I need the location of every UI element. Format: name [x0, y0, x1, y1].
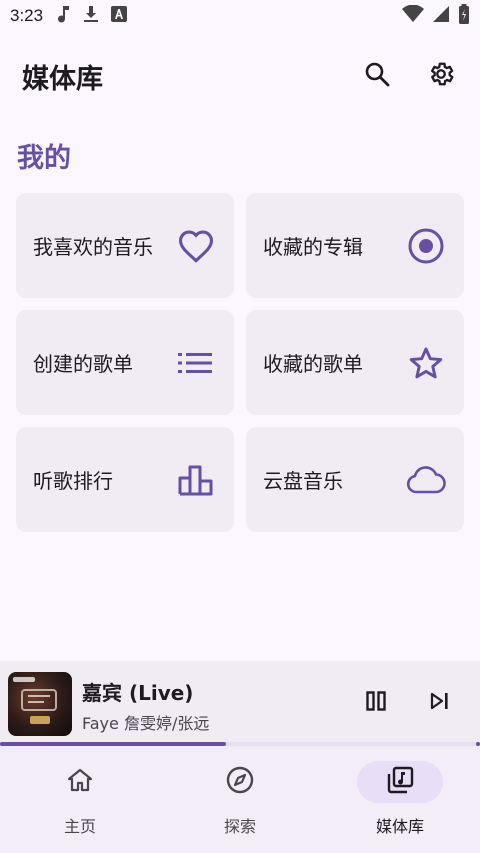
section-title-mine: 我的 — [17, 143, 71, 174]
nav-pill-active — [357, 761, 443, 803]
wifi-icon — [402, 4, 424, 27]
library-music-icon — [386, 766, 414, 798]
playback-progress[interactable] — [0, 742, 480, 746]
card-label: 收藏的歌单 — [263, 352, 363, 376]
library-grid: 我喜欢的音乐 收藏的专辑 创建的歌单 收藏的歌单 听歌排行 云盘音乐 — [16, 193, 464, 532]
nav-pill — [197, 761, 283, 803]
card-label: 云盘音乐 — [263, 469, 343, 493]
nav-label: 媒体库 — [375, 817, 424, 836]
mini-player[interactable]: 嘉宾 (Live) Faye 詹雯婷/张远 — [0, 661, 480, 749]
card-created-playlists[interactable]: 创建的歌单 — [16, 310, 234, 415]
card-label: 我喜欢的音乐 — [33, 235, 153, 259]
notification-icons — [57, 5, 128, 27]
font-a-icon — [111, 6, 128, 26]
settings-icon — [427, 60, 455, 92]
album-cover — [8, 672, 72, 736]
track-artist: Faye 詹雯婷/张远 — [82, 714, 210, 733]
download-icon — [83, 5, 99, 27]
playlist-icon — [176, 343, 216, 383]
skip-next-icon — [429, 691, 451, 715]
settings-button[interactable] — [424, 59, 458, 93]
next-track-button[interactable] — [424, 687, 456, 719]
app-bar: 媒体库 — [0, 44, 480, 108]
nav-home[interactable]: 主页 — [0, 749, 160, 853]
heart-icon — [176, 226, 216, 266]
home-icon — [67, 768, 93, 796]
cloud-icon — [406, 460, 446, 500]
status-time: 3:23 — [10, 6, 44, 25]
card-label: 听歌排行 — [33, 469, 113, 493]
card-listening-ranking[interactable]: 听歌排行 — [16, 427, 234, 532]
status-bar: 3:23 — [0, 0, 480, 32]
nav-label: 探索 — [223, 817, 256, 836]
card-saved-playlists[interactable]: 收藏的歌单 — [246, 310, 464, 415]
page-title: 媒体库 — [22, 63, 103, 95]
signal-icon — [432, 5, 450, 27]
pause-icon — [365, 690, 387, 716]
nav-pill — [37, 761, 123, 803]
star-icon — [406, 343, 446, 383]
compass-icon — [226, 766, 254, 798]
ranking-bars-icon — [176, 460, 216, 500]
nav-library[interactable]: 媒体库 — [320, 749, 480, 853]
card-label: 创建的歌单 — [33, 352, 133, 376]
progress-fill — [0, 742, 226, 746]
card-saved-albums[interactable]: 收藏的专辑 — [246, 193, 464, 298]
nav-label: 主页 — [63, 817, 96, 836]
pause-button[interactable] — [360, 687, 392, 719]
system-icons — [402, 4, 470, 28]
progress-end-dot — [476, 742, 480, 746]
search-button[interactable] — [360, 59, 394, 93]
bottom-navigation: 主页 探索 媒体库 — [0, 749, 480, 853]
card-cloud-music[interactable]: 云盘音乐 — [246, 427, 464, 532]
nav-explore[interactable]: 探索 — [160, 749, 320, 853]
search-icon — [364, 61, 390, 91]
card-liked-music[interactable]: 我喜欢的音乐 — [16, 193, 234, 298]
music-note-icon — [57, 5, 71, 27]
track-title: 嘉宾 (Live) — [82, 681, 194, 705]
battery-icon — [458, 4, 470, 28]
album-disc-icon — [406, 226, 446, 266]
app-bar-actions — [360, 59, 458, 93]
card-label: 收藏的专辑 — [263, 235, 363, 259]
